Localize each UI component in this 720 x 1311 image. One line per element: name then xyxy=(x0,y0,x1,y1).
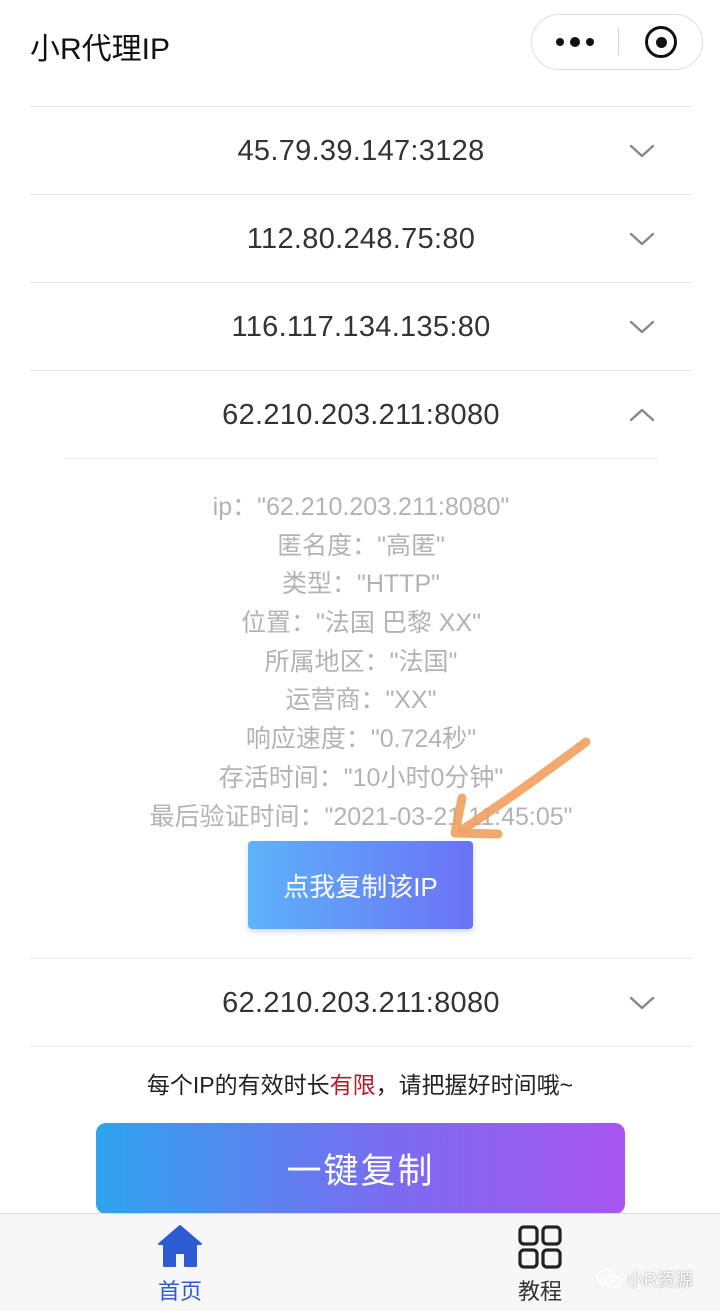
detail-alive-time: 存活时间："10小时0分钟" xyxy=(218,763,504,792)
proxy-ip: 112.80.248.75:80 xyxy=(246,223,476,255)
capsule-divider xyxy=(618,28,619,55)
chevron-down-icon xyxy=(629,996,655,1010)
detail-last-verified: 最后验证时间："2021-03-21 11:45:05" xyxy=(149,802,573,831)
tab-bar: 首页 教程 xyxy=(0,1213,720,1311)
tab-guide-label: 教程 xyxy=(517,1279,562,1304)
detail-location: 位置："法国 巴黎 XX" xyxy=(241,609,481,638)
watermark: 小R资源 xyxy=(596,1264,706,1294)
grid-icon xyxy=(518,1225,562,1269)
app-title: 小R代理IP xyxy=(30,33,171,66)
chevron-down-icon xyxy=(629,232,655,246)
tab-home[interactable]: 首页 xyxy=(120,1214,240,1311)
detail-ip: ip："62.210.203.211:8080" xyxy=(212,493,510,521)
chevron-up-icon xyxy=(629,408,655,422)
proxy-ip: 45.79.39.147:3128 xyxy=(237,135,485,167)
copy-ip-button[interactable]: 点我复制该IP xyxy=(248,841,473,929)
watermark-text: 小R资源 xyxy=(626,1270,693,1290)
proxy-row[interactable]: 112.80.248.75:80 xyxy=(30,194,692,282)
detail-divider xyxy=(64,458,658,459)
target-close-icon[interactable] xyxy=(645,26,677,58)
detail-anonymity: 匿名度："高匿" xyxy=(277,531,445,560)
wechat-icon xyxy=(596,1269,621,1289)
notice-highlight: 有限 xyxy=(329,1072,376,1098)
detail-isp: 运营商："XX" xyxy=(285,686,437,715)
notice-text: ，请把握好时间哦~ xyxy=(375,1072,574,1098)
proxy-row-expanded[interactable]: 62.210.203.211:8080 xyxy=(30,370,692,458)
home-icon xyxy=(158,1225,202,1267)
proxy-row[interactable]: 62.210.203.211:8080 xyxy=(30,958,692,1046)
proxy-ip: 116.117.134.135:80 xyxy=(231,311,491,343)
detail-region: 所属地区："法国" xyxy=(264,647,458,676)
notice-text: 每个IP的有效时长 xyxy=(146,1072,330,1098)
validity-notice: 每个IP的有效时长有限，请把握好时间哦~ xyxy=(0,1066,720,1100)
chevron-down-icon xyxy=(629,144,655,158)
detail-response-speed: 响应速度："0.724秒" xyxy=(245,725,477,754)
list-end-divider xyxy=(30,1046,692,1047)
tab-guide[interactable]: 教程 xyxy=(480,1214,600,1311)
detail-type: 类型："HTTP" xyxy=(281,570,441,599)
tab-home-label: 首页 xyxy=(157,1279,202,1304)
title-bar: 小R代理IP xyxy=(0,0,720,92)
more-dots-icon[interactable] xyxy=(532,15,617,68)
chevron-down-icon xyxy=(629,320,655,334)
proxy-detail-list: ip："62.210.203.211:8080" 匿名度："高匿" 类型："HT… xyxy=(30,488,692,836)
proxy-ip: 62.210.203.211:8080 xyxy=(222,399,500,431)
copy-all-button[interactable]: 一键复制 xyxy=(96,1123,625,1214)
proxy-row[interactable]: 116.117.134.135:80 xyxy=(30,282,692,370)
proxy-ip: 62.210.203.211:8080 xyxy=(222,987,500,1019)
proxy-row[interactable]: 45.79.39.147:3128 xyxy=(30,106,692,194)
mini-program-capsule xyxy=(531,14,703,70)
